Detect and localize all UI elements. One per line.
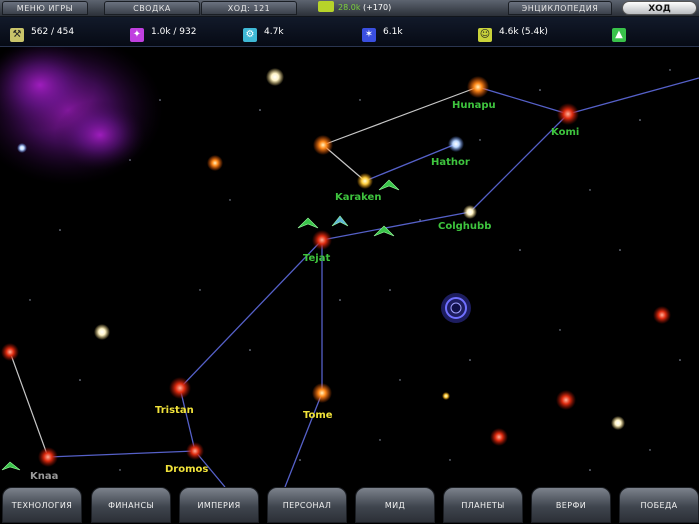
star-tiny-yellow[interactable]: [442, 392, 450, 400]
star-tejat[interactable]: [312, 230, 332, 250]
system-label-hathor[interactable]: Hathor: [431, 157, 470, 168]
star-white[interactable]: [266, 68, 284, 86]
star-hathor[interactable]: [448, 136, 464, 152]
victory-button[interactable]: ПОБЕДА: [619, 487, 699, 523]
credits-icon: [318, 1, 334, 12]
vortex-anomaly[interactable]: [441, 293, 471, 323]
galaxy-map[interactable]: Hunapu Komi Hathor Karaken Colghubb Teja…: [0, 47, 699, 487]
star-komi[interactable]: [557, 103, 579, 125]
game-menu-button[interactable]: МЕНЮ ИГРЫ: [2, 1, 88, 15]
encyclopedia-button[interactable]: ЭНЦИКЛОПЕДИЯ: [508, 1, 612, 15]
trade-icon: ⚙: [243, 28, 257, 42]
research-resource[interactable]: ✦ 1.0k / 932: [130, 23, 197, 42]
approval-icon: ☺: [478, 28, 492, 42]
system-label-tome[interactable]: Tome: [303, 410, 333, 421]
system-label-knaa[interactable]: Knaa: [30, 471, 58, 482]
star-tome[interactable]: [312, 383, 332, 403]
turn-counter: ХОД: 121: [201, 1, 297, 15]
star-tristan[interactable]: [169, 377, 191, 399]
star-unnamed-orange[interactable]: [313, 135, 333, 155]
personnel-button[interactable]: ПЕРСОНАЛ: [267, 487, 347, 523]
fleet-resource[interactable]: ▲: [612, 23, 633, 42]
industry-icon: ⚒: [10, 28, 24, 42]
research-icon: ✦: [130, 28, 144, 42]
research-value: 1.0k / 932: [151, 27, 197, 37]
approval-resource[interactable]: ☺ 4.6k (5.4k): [478, 23, 548, 42]
trade-resource[interactable]: ⚙ 4.7k: [243, 23, 284, 42]
star-hunapu[interactable]: [467, 76, 489, 98]
system-label-karaken[interactable]: Karaken: [335, 192, 381, 203]
star-red-east[interactable]: [653, 306, 671, 324]
system-label-hunapu[interactable]: Hunapu: [452, 100, 496, 111]
tech-button[interactable]: ТЕХНОЛОГИЯ: [2, 487, 82, 523]
resource-bar: ⚒ 562 / 454 ✦ 1.0k / 932 ⚙ 4.7k ✶ 6.1k ☺ 4.6k…: [0, 17, 699, 47]
star-karaken[interactable]: [357, 173, 373, 189]
shipyards-button[interactable]: ВЕРФИ: [531, 487, 611, 523]
system-label-dromos[interactable]: Dromos: [165, 464, 208, 475]
end-turn-button[interactable]: ХОД: [622, 1, 697, 15]
credits-value: 28.0k: [338, 3, 361, 12]
influence-value: 6.1k: [383, 27, 403, 37]
influence-icon: ✶: [362, 28, 376, 42]
star-dromos[interactable]: [186, 442, 204, 460]
star-white-west[interactable]: [94, 324, 110, 340]
planets-button[interactable]: ПЛАНЕТЫ: [443, 487, 523, 523]
finance-button[interactable]: ФИНАНСЫ: [91, 487, 171, 523]
empire-button[interactable]: ИМПЕРИЯ: [179, 487, 259, 523]
system-label-komi[interactable]: Komi: [551, 127, 579, 138]
top-menu-bar: МЕНЮ ИГРЫ СВОДКА ХОД: 121 28.0k (+170) Э…: [0, 0, 699, 17]
system-label-tristan[interactable]: Tristan: [155, 405, 194, 416]
star-red-west[interactable]: [1, 343, 19, 361]
star-orange-small[interactable]: [207, 155, 223, 171]
approval-value: 4.6k (5.4k): [499, 27, 548, 37]
star-red-south[interactable]: [556, 390, 576, 410]
system-label-tejat[interactable]: Tejat: [303, 253, 330, 264]
credits-display: 28.0k (+170): [318, 1, 422, 15]
star-colghubb[interactable]: [463, 205, 477, 219]
diplomacy-button[interactable]: МИД: [355, 487, 435, 523]
fleet-icon: ▲: [612, 28, 626, 42]
bottom-nav-bar: ТЕХНОЛОГИЯ ФИНАНСЫ ИМПЕРИЯ ПЕРСОНАЛ МИД …: [0, 487, 699, 523]
credits-delta: (+170): [363, 3, 392, 12]
trade-value: 4.7k: [264, 27, 284, 37]
industry-value: 562 / 454: [31, 27, 75, 37]
star-white-south[interactable]: [611, 416, 625, 430]
star-knaa[interactable]: [38, 447, 58, 467]
star-red-small[interactable]: [490, 428, 508, 446]
summary-button[interactable]: СВОДКА: [104, 1, 200, 15]
system-label-colghubb[interactable]: Colghubb: [438, 221, 491, 232]
influence-resource[interactable]: ✶ 6.1k: [362, 23, 403, 42]
industry-resource[interactable]: ⚒ 562 / 454: [10, 23, 75, 42]
